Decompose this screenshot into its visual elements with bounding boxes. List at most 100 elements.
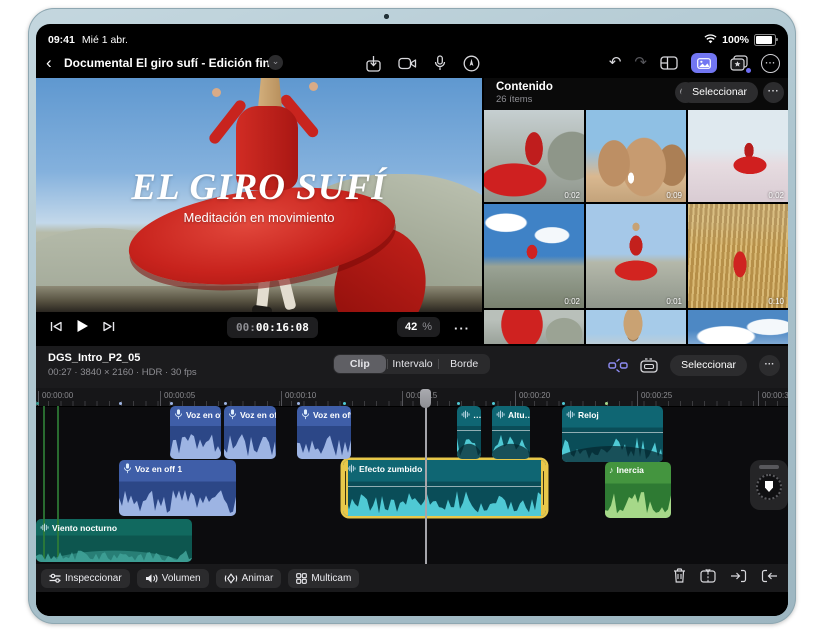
ruler-label: 00:00:30	[758, 391, 788, 406]
skip-forward-icon[interactable]	[103, 319, 115, 337]
clip-start-marker	[119, 402, 122, 405]
insert-clip-icon[interactable]	[730, 569, 747, 588]
clip-label: Efecto zumbido	[359, 464, 422, 474]
clip-start-marker	[297, 402, 300, 405]
clip-start-marker	[170, 402, 173, 405]
ruler-label: 00:00:20	[515, 391, 550, 406]
delete-icon[interactable]	[673, 568, 686, 588]
panel-more-icon[interactable]: ···	[763, 82, 784, 103]
timeline-ruler[interactable]: 00:00:0000:00:0500:00:1000:00:1500:00:20…	[36, 388, 788, 407]
timeline-clip[interactable]: Voz en off 2	[224, 406, 276, 459]
media-thumbnail[interactable]	[688, 310, 788, 344]
timeline-more-icon[interactable]: ···	[759, 355, 780, 376]
viewer-video-frame[interactable]: EL GIRO SUFÍ Meditación en movimiento	[36, 78, 482, 312]
timeline-clip[interactable]: Altu…	[492, 406, 530, 459]
trim-handle-right	[541, 460, 546, 516]
status-time: 09:41	[48, 34, 75, 46]
title-chevron-down-icon[interactable]: ⌄	[268, 55, 283, 70]
timecode-display[interactable]: 00:00:16:08	[227, 317, 318, 338]
redo-icon[interactable]: ↷	[634, 54, 647, 72]
timeline-clip[interactable]: Voz en off 3	[297, 406, 351, 459]
select-button[interactable]: Seleccionar	[681, 82, 758, 103]
browser-layout-icon[interactable]	[660, 56, 678, 70]
clip-label: Voz en off 2	[186, 410, 221, 420]
timeline: DGS_Intro_P2_05 00:27 · 3840 × 2160 · HD…	[36, 344, 788, 616]
more-options-icon[interactable]: ···	[761, 54, 780, 73]
timeline-clip[interactable]: …	[457, 406, 481, 459]
clip-label: …	[473, 410, 481, 420]
back-icon[interactable]: ‹	[46, 51, 52, 75]
clip-label: Voz en off 3	[313, 410, 351, 420]
pencil-tools-icon[interactable]	[463, 55, 480, 72]
clip-start-marker	[562, 402, 565, 405]
timeline-toolbar: Inspeccionar Volumen Animar Multicam	[36, 564, 788, 592]
timeline-project-name: DGS_Intro_P2_05	[48, 352, 140, 364]
clip-duration: 0:02	[564, 191, 580, 200]
ruler-label: 00:00:25	[637, 391, 672, 406]
transport-controls: 00:00:16:08 42% ···	[36, 312, 482, 344]
clip-start-marker	[457, 402, 460, 405]
clip-label: Inercia	[617, 465, 644, 475]
subtitle-overlay: Meditación en movimiento	[36, 210, 482, 225]
app-screen: 09:41 Mié 1 abr. 100% ‹ Documental El gi…	[36, 24, 788, 616]
clip-label: Reloj	[578, 410, 599, 420]
record-video-icon[interactable]	[398, 57, 417, 70]
clip-start-marker	[343, 402, 346, 405]
media-browser-icon[interactable]	[691, 53, 717, 73]
timeline-clip[interactable]: Reloj	[562, 406, 663, 462]
volume-button[interactable]: Volumen	[137, 569, 209, 588]
media-thumbnail[interactable]: 0:09	[586, 110, 686, 202]
jog-wheel[interactable]	[750, 460, 788, 510]
clip-connections-icon[interactable]	[608, 358, 628, 373]
jog-wheel-grip	[759, 465, 779, 469]
clip-duration: 0:01	[666, 297, 682, 306]
undo-icon[interactable]: ↶	[609, 54, 622, 72]
overwrite-clip-icon[interactable]	[761, 569, 778, 588]
clip-label: Voz en off 2	[240, 410, 276, 420]
timeline-clip[interactable]: Voz en off 2	[170, 406, 221, 459]
record-voiceover-icon[interactable]	[434, 55, 446, 71]
media-thumbnail[interactable]: 0:02	[688, 110, 788, 202]
media-thumbnail[interactable]: 0:02	[484, 204, 584, 308]
media-thumbnail[interactable]	[484, 310, 584, 344]
device-frame: 09:41 Mié 1 abr. 100% ‹ Documental El gi…	[28, 8, 796, 624]
media-thumbnail[interactable]: 0:10	[688, 204, 788, 308]
timeline-clip[interactable]: Efecto zumbido	[343, 460, 546, 516]
export-icon[interactable]	[366, 55, 381, 72]
clip-start-marker	[36, 402, 39, 405]
clip-duration: 0:02	[564, 297, 580, 306]
play-icon[interactable]	[76, 319, 89, 338]
paste-effects-icon[interactable]	[730, 55, 748, 71]
clip-label: Altu…	[508, 410, 530, 420]
trim-handle-left	[343, 460, 348, 516]
title-overlay: EL GIRO SUFÍ	[36, 166, 482, 209]
zoom-level[interactable]: 42%	[397, 317, 440, 337]
timeline-select-button[interactable]: Seleccionar	[670, 355, 747, 376]
status-bar: 09:41 Mié 1 abr. 100%	[36, 30, 788, 50]
animate-button[interactable]: Animar	[216, 569, 282, 588]
timeline-clip[interactable]: Voz en off 1	[119, 460, 236, 516]
tab-borde[interactable]: Borde	[438, 355, 490, 373]
timeline-empty-strip	[36, 592, 788, 616]
paste-timeline-icon[interactable]	[640, 358, 658, 373]
multicam-button[interactable]: Multicam	[288, 569, 359, 588]
skip-back-icon[interactable]	[50, 319, 62, 337]
media-thumbnail[interactable]: 0:02	[484, 110, 584, 202]
media-thumbnail[interactable]	[586, 310, 686, 344]
inspect-button[interactable]: Inspeccionar	[41, 569, 130, 588]
notification-dot	[746, 68, 751, 73]
timeline-project-meta: 00:27 · 3840 × 2160 · HDR · 30 fps	[48, 367, 197, 378]
project-title: Documental El giro sufí - Edición final	[64, 56, 280, 70]
viewer-more-icon[interactable]: ···	[454, 321, 470, 336]
clip-duration: 0:02	[768, 191, 784, 200]
clip-start-marker	[224, 402, 227, 405]
tab-clip[interactable]: Clip	[334, 355, 386, 373]
playhead-handle[interactable]	[420, 389, 431, 408]
main-toolbar: ‹ Documental El giro sufí - Edición fina…	[36, 50, 788, 78]
battery-percent: 100%	[722, 34, 749, 46]
tab-intervalo[interactable]: Intervalo	[387, 355, 439, 373]
timeline-clip[interactable]: Viento nocturno	[36, 519, 192, 562]
timeline-clip[interactable]: ♪Inercia	[605, 462, 671, 518]
split-clip-icon[interactable]	[700, 568, 716, 588]
media-thumbnail[interactable]: 0:01	[586, 204, 686, 308]
